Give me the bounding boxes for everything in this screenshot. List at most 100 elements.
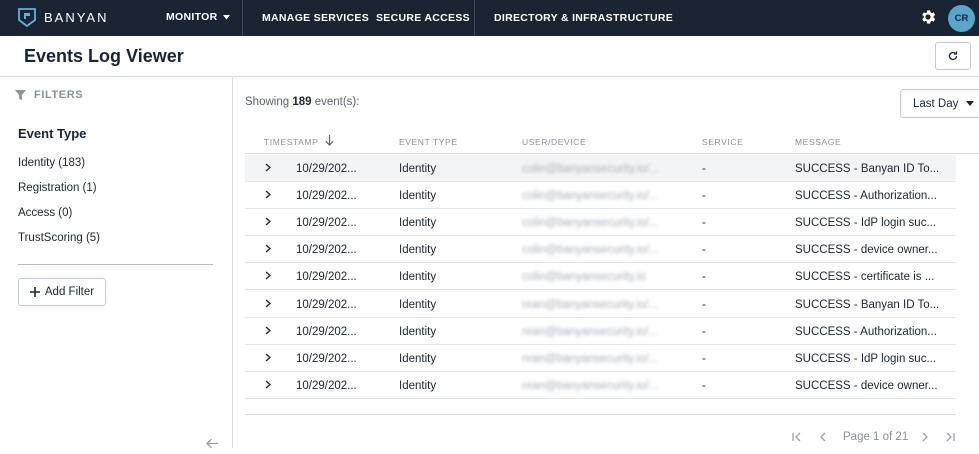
cell-user-device: colin@banyansecurity.io/...: [522, 190, 659, 203]
cell-timestamp: 10/29/202...: [296, 352, 357, 365]
cell-timestamp: 10/29/202...: [296, 163, 357, 175]
table-row[interactable]: 10/29/202... Identity rean@banyansecurity.…: [245, 372, 956, 399]
cell-user-device: colin@banyansecurity.io/...: [522, 163, 659, 175]
cell-message: SUCCESS - device owner...: [795, 244, 938, 257]
chevron-right-icon[interactable]: [265, 271, 271, 280]
cell-user-device: rean@banyansecurity.io/...: [522, 298, 659, 311]
user-avatar[interactable]: CR: [948, 5, 975, 32]
prev-page-icon[interactable]: [819, 432, 827, 442]
cell-user-device: colin@banyansecurity.io/...: [522, 217, 659, 230]
chevron-right-icon[interactable]: [265, 190, 271, 199]
settings-button[interactable]: [919, 8, 937, 31]
table-row[interactable]: 10/29/202... Identity rean@banyansecurity.…: [245, 318, 956, 345]
cell-service: -: [702, 217, 706, 230]
chevron-right-icon[interactable]: [265, 299, 271, 308]
chevron-right-icon[interactable]: [265, 163, 271, 172]
gear-icon: [922, 10, 936, 24]
page-title: Events Log Viewer: [24, 46, 184, 66]
filter-option-trustscoring[interactable]: TrustScoring (5): [18, 232, 100, 244]
collapse-panel-button[interactable]: [206, 436, 219, 454]
add-filter-button[interactable]: Add Filter: [18, 278, 106, 306]
summary-suffix: event(s):: [314, 96, 360, 108]
cell-event-type: Identity: [399, 298, 437, 311]
nav-divider: [242, 0, 243, 36]
cell-service: -: [702, 325, 706, 338]
cell-service: -: [702, 163, 706, 175]
cell-timestamp: 10/29/202...: [296, 271, 357, 284]
cell-message: SUCCESS - Banyan ID To...: [795, 298, 940, 311]
filter-icon: [15, 89, 26, 100]
event-count: 189: [292, 96, 312, 108]
nav-directory-infrastructure[interactable]: DIRECTORY & INFRASTRUCTURE: [494, 12, 673, 24]
nav-monitor-label: MONITOR: [166, 11, 218, 23]
nav-divider: [474, 0, 475, 36]
nav-manage-services[interactable]: MANAGE SERVICES: [262, 12, 369, 24]
column-user-device[interactable]: USER/DEVICE: [522, 137, 586, 147]
last-page-icon[interactable]: [945, 432, 955, 442]
cell-service: -: [702, 298, 706, 311]
time-range-select[interactable]: Last Day: [900, 89, 979, 118]
cell-user-device: colin@banyansecurity.io/...: [522, 244, 659, 257]
cell-service: -: [702, 190, 706, 203]
cell-event-type: Identity: [399, 352, 437, 365]
cell-timestamp: 10/29/202...: [296, 190, 357, 203]
chevron-right-icon[interactable]: [265, 380, 271, 389]
brand-logo[interactable]: BANYAN: [18, 7, 109, 27]
filter-option-access[interactable]: Access (0): [18, 207, 72, 219]
chevron-right-icon[interactable]: [265, 244, 271, 253]
chevron-right-icon[interactable]: [265, 353, 271, 362]
column-service[interactable]: SERVICE: [702, 137, 743, 147]
cell-timestamp: 10/29/202...: [296, 244, 357, 257]
table-row[interactable]: 10/29/202... Identity colin@banyansecurity…: [245, 236, 956, 264]
chevron-right-icon[interactable]: [265, 217, 271, 226]
arrow-down-icon[interactable]: [325, 135, 334, 146]
cell-event-type: Identity: [399, 325, 437, 338]
arrow-left-icon: [206, 438, 218, 449]
cell-message: SUCCESS - certificate is ...: [795, 271, 935, 284]
filter-option-registration[interactable]: Registration (1): [18, 182, 97, 194]
summary-prefix: Showing: [245, 96, 290, 108]
table-row[interactable]: 10/29/202... Identity rean@banyansecurity.…: [245, 291, 956, 318]
table-row[interactable]: 10/29/202... Identity rean@banyansecurity.…: [245, 345, 956, 372]
table-row[interactable]: 10/29/202... Identity colin@banyansecurity…: [245, 209, 956, 237]
chevron-right-icon[interactable]: [265, 326, 271, 335]
next-page-icon[interactable]: [921, 432, 929, 442]
column-timestamp[interactable]: TIMESTAMP: [264, 137, 318, 147]
table-row[interactable]: 10/29/202... Identity colin@banyansecurity…: [245, 182, 956, 210]
cell-event-type: Identity: [399, 244, 437, 257]
refresh-button[interactable]: [935, 42, 971, 70]
top-nav: BANYAN MONITOR MANAGE SERVICES SECURE AC…: [0, 0, 979, 36]
cell-message: SUCCESS - Authorization...: [795, 190, 937, 203]
nav-monitor[interactable]: MONITOR: [166, 11, 230, 23]
brand-name: BANYAN: [44, 9, 109, 25]
first-page-icon[interactable]: [792, 432, 802, 442]
cell-user-device: rean@banyansecurity.io/...: [522, 325, 659, 338]
cell-message: SUCCESS - Banyan ID To...: [795, 163, 940, 175]
column-event-type[interactable]: EVENT TYPE: [399, 137, 458, 147]
cell-event-type: Identity: [399, 190, 437, 203]
page-indicator: Page 1 of 21: [843, 431, 909, 443]
event-type-heading: Event Type: [18, 126, 87, 141]
cell-user-device: rean@banyansecurity.io/...: [522, 352, 659, 365]
refresh-icon: [948, 51, 958, 61]
cell-timestamp: 10/29/202...: [296, 325, 357, 338]
cell-timestamp: 10/29/202...: [296, 379, 357, 392]
cell-user-device: rean@banyansecurity.io/...: [522, 379, 659, 392]
cell-service: -: [702, 379, 706, 392]
cell-event-type: Identity: [399, 379, 437, 392]
header-divider: [0, 76, 979, 77]
filters-header: FILTERS: [15, 89, 83, 101]
add-filter-label: Add Filter: [44, 286, 95, 298]
cell-message: SUCCESS - IdP login suc...: [795, 217, 937, 230]
cell-user-device: colin@banyansecurity.io: [522, 271, 646, 284]
table-row[interactable]: 10/29/202... Identity colin@banyansecurity…: [245, 155, 956, 182]
panel-divider: [232, 77, 233, 448]
filter-option-identity[interactable]: Identity (183): [18, 157, 85, 169]
table-row[interactable]: 10/29/202... Identity colin@banyansecurity…: [245, 263, 956, 291]
filter-divider: [18, 264, 213, 265]
column-message[interactable]: MESSAGE: [795, 137, 841, 147]
cell-timestamp: 10/29/202...: [296, 217, 357, 230]
cell-service: -: [702, 244, 706, 257]
caret-down-icon: [222, 14, 230, 19]
nav-secure-access[interactable]: SECURE ACCESS: [376, 12, 470, 24]
